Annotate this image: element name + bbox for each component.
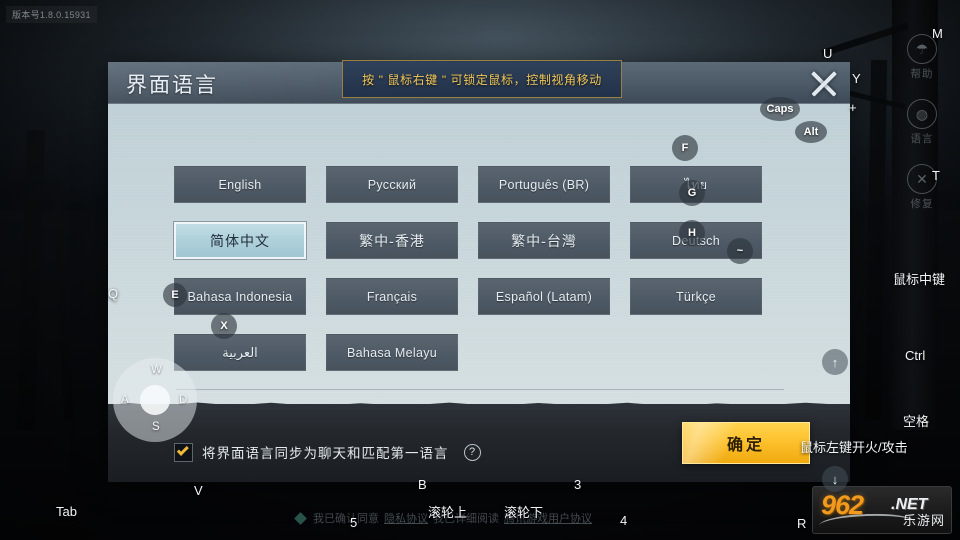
key-hint-label: R bbox=[797, 516, 807, 531]
language-option-button[interactable]: 简体中文 bbox=[174, 222, 306, 259]
page-title: 界面语言 bbox=[126, 74, 218, 97]
language-option-label: Türkçe bbox=[675, 289, 716, 304]
language-option-label: العربية bbox=[222, 344, 258, 360]
key-hint-bubble: X bbox=[211, 313, 237, 339]
key-hint-label: M bbox=[932, 26, 943, 41]
language-option-button[interactable]: Türkçe bbox=[630, 278, 762, 315]
joystick-key-d: D bbox=[179, 394, 188, 406]
language-option-button[interactable]: Bahasa Melayu bbox=[326, 334, 458, 371]
language-option-button[interactable]: Español (Latam) bbox=[478, 278, 610, 315]
joystick-hole bbox=[140, 385, 170, 415]
hud-sidebar-item-语言[interactable]: ◍ 语言 bbox=[890, 99, 954, 146]
language-option-label: Português (BR) bbox=[498, 177, 590, 192]
key-hint-label: 3 bbox=[574, 477, 582, 492]
key-hint-bubble: G bbox=[679, 180, 705, 206]
key-hint-label: Ctrl bbox=[905, 348, 926, 363]
sync-language-checkbox[interactable] bbox=[174, 442, 193, 462]
agreement-prefix: 我已确认同意 bbox=[313, 513, 379, 525]
key-hint-label: Tab bbox=[56, 504, 77, 519]
agreement-check-icon[interactable] bbox=[294, 511, 307, 525]
check-icon bbox=[176, 443, 189, 456]
language-option-button[interactable]: العربية bbox=[174, 334, 306, 371]
key-hint-label: + bbox=[849, 100, 857, 115]
language-option-button[interactable]: Français bbox=[326, 278, 458, 315]
hud-sidebar-item-label: 帮助 bbox=[910, 68, 934, 80]
close-icon[interactable] bbox=[806, 66, 842, 102]
key-hint-label: 4 bbox=[620, 513, 628, 528]
sync-language-row: 将界面语言同步为聊天和匹配第一语言 ? bbox=[174, 442, 481, 462]
hud-sidebar-item-帮助[interactable]: ☂ 帮助 bbox=[890, 34, 954, 81]
key-hint-label: Q bbox=[108, 286, 119, 301]
joystick-key-a: A bbox=[121, 394, 129, 406]
key-hint-bubble: Alt bbox=[795, 121, 827, 143]
key-hint-bubble: H bbox=[679, 220, 705, 246]
language-option-label: Bahasa Melayu bbox=[346, 345, 438, 360]
hud-sidebar: ☂ 帮助 ◍ 语言 ✕ 修复 bbox=[890, 34, 954, 229]
language-option-button[interactable]: Português (BR) bbox=[478, 166, 610, 203]
mouse-tip-banner: 按 " 鼠标右键 " 可锁定鼠标，控制视角移动 bbox=[342, 60, 622, 98]
key-hint-bubble: Caps bbox=[760, 97, 800, 121]
language-option-label: Bahasa Indonesia bbox=[187, 289, 293, 304]
help-question-icon[interactable]: ? bbox=[463, 443, 481, 461]
hud-sidebar-item-label: 修复 bbox=[910, 198, 934, 210]
key-hint-label: B bbox=[418, 477, 427, 492]
key-hint-bubble: F bbox=[672, 135, 698, 161]
language-option-button[interactable]: 繁中-台灣 bbox=[478, 222, 610, 259]
confirm-button-label: 确定 bbox=[726, 437, 765, 454]
language-option-label: 繁中-香港 bbox=[359, 232, 425, 249]
key-hint-label: 鼠标左键开火/攻击 bbox=[800, 440, 908, 455]
divider bbox=[176, 389, 784, 390]
site-watermark: 962 .NET 乐游网 bbox=[812, 486, 952, 534]
joystick-key-w: W bbox=[151, 364, 162, 376]
watermark-cn: 乐游网 bbox=[902, 513, 945, 528]
key-hint-bubble: E bbox=[163, 283, 187, 307]
sync-language-label: 将界面语言同步为聊天和匹配第一语言 bbox=[202, 446, 449, 461]
language-option-label: Español (Latam) bbox=[495, 289, 593, 304]
language-option-button[interactable]: English bbox=[174, 166, 306, 203]
globe-icon: ◍ bbox=[907, 99, 937, 129]
version-label: 版本号1.8.0.15931 bbox=[6, 6, 97, 23]
language-option-button[interactable]: 繁中-香港 bbox=[326, 222, 458, 259]
movement-joystick[interactable]: W A D S bbox=[113, 358, 197, 442]
hud-sidebar-item-修复[interactable]: ✕ 修复 bbox=[890, 164, 954, 211]
joystick-key-s: S bbox=[152, 421, 160, 433]
key-hint-label: T bbox=[932, 168, 940, 183]
dialog-footer: 将界面语言同步为聊天和匹配第一语言 ? 确定 bbox=[108, 404, 850, 482]
dialog-body: EnglishРусскийPortuguês (BR)ไทย简体中文繁中-香港… bbox=[108, 104, 850, 482]
language-option-label: Русский bbox=[367, 177, 417, 192]
key-hint-label: 5 bbox=[350, 515, 358, 530]
key-hint-label: 滚轮下 bbox=[504, 505, 544, 520]
game-screen: 版本号1.8.0.15931 界面语言 English Русский Portug… bbox=[0, 0, 960, 540]
language-option-label: Français bbox=[366, 289, 418, 304]
privacy-policy-link[interactable]: 隐私协议 bbox=[384, 510, 428, 526]
key-hint-label: 空格 bbox=[903, 414, 930, 429]
scroll-arrow-button[interactable]: ↑ bbox=[822, 349, 848, 375]
confirm-button[interactable]: 确定 bbox=[682, 422, 810, 464]
hud-sidebar-item-label: 语言 bbox=[910, 133, 934, 145]
language-option-label: English bbox=[218, 177, 262, 192]
key-hint-label: 鼠标中键 bbox=[893, 272, 946, 287]
language-option-label: 简体中文 bbox=[210, 232, 270, 249]
key-hint-bubble: ~ bbox=[727, 238, 753, 264]
language-dialog: 界面语言 EnglishРусскийPortuguês (BR)ไทย简体中文… bbox=[108, 62, 850, 482]
key-hint-label: Y bbox=[852, 71, 861, 86]
language-option-label: 繁中-台灣 bbox=[511, 232, 577, 249]
key-hint-label: V bbox=[194, 483, 203, 498]
language-option-button[interactable]: Русский bbox=[326, 166, 458, 203]
key-hint-label: 滚轮上 bbox=[428, 505, 468, 520]
key-hint-label: U bbox=[823, 46, 833, 61]
language-option-button[interactable]: Bahasa Indonesia bbox=[174, 278, 306, 315]
scroll-arrow-button[interactable]: ↓ bbox=[822, 466, 848, 492]
